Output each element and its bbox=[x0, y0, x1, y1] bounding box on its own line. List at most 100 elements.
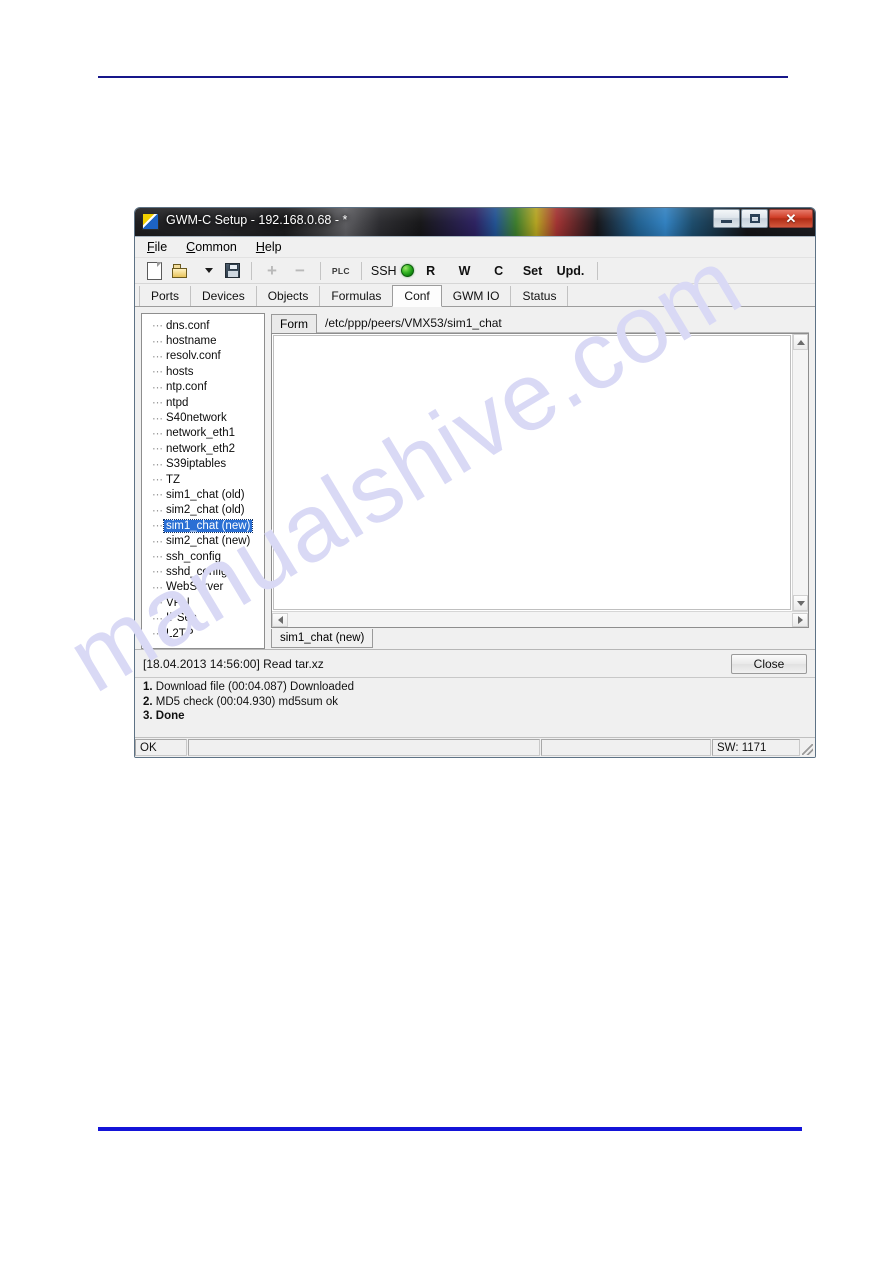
config-file-tree[interactable]: ⋯ dns.conf ⋯ hostname ⋯ resolv.conf ⋯ hosts … bbox=[141, 313, 265, 649]
new-document-icon bbox=[146, 261, 162, 280]
triangle-right-icon bbox=[797, 615, 803, 624]
tree-item-label: ntp.conf bbox=[166, 381, 207, 394]
open-button[interactable] bbox=[167, 260, 193, 282]
close-window-button[interactable]: ✕ bbox=[769, 209, 813, 228]
add-button[interactable]: + bbox=[258, 260, 286, 282]
new-button[interactable] bbox=[141, 260, 167, 282]
scroll-down-button[interactable] bbox=[793, 595, 808, 611]
minimize-button[interactable] bbox=[713, 209, 740, 228]
update-button[interactable]: Upd. bbox=[550, 260, 592, 282]
editor-inner bbox=[272, 334, 808, 611]
editor-file-tab[interactable]: sim1_chat (new) bbox=[271, 629, 374, 648]
menu-file[interactable]: File bbox=[143, 239, 176, 255]
set-button[interactable]: Set bbox=[516, 260, 550, 282]
tree-connector-icon: ⋯ bbox=[152, 320, 163, 333]
tree-connector-icon: ⋯ bbox=[152, 381, 163, 394]
tree-item[interactable]: ⋯ sim2_chat (new) bbox=[142, 533, 264, 548]
tree-item[interactable]: ⋯ sim2_chat (old) bbox=[142, 503, 264, 518]
triangle-up-icon bbox=[796, 339, 805, 345]
editor-horizontal-scrollbar[interactable] bbox=[272, 611, 808, 627]
text-editor[interactable] bbox=[273, 335, 791, 610]
log-line: 1. Download file (00:04.087) Downloaded bbox=[143, 680, 807, 695]
compare-button[interactable]: C bbox=[482, 260, 516, 282]
tree-item[interactable]: ⋯ ntpd bbox=[142, 395, 264, 410]
tree-connector-icon: ⋯ bbox=[152, 628, 163, 640]
menu-common[interactable]: Common bbox=[182, 239, 246, 255]
tab-devices[interactable]: Devices bbox=[190, 286, 257, 306]
tab-ports[interactable]: Ports bbox=[139, 286, 192, 306]
window-titlebar: GWM-C Setup - 192.168.0.68 - * ✕ bbox=[135, 208, 815, 236]
tab-conf[interactable]: Conf bbox=[392, 285, 442, 307]
application-window: GWM-C Setup - 192.168.0.68 - * ✕ File Co… bbox=[134, 207, 816, 758]
log-line-text: MD5 check (00:04.930) md5sum ok bbox=[155, 695, 338, 708]
write-button[interactable]: W bbox=[448, 260, 482, 282]
tree-item[interactable]: ⋯ dns.conf bbox=[142, 318, 264, 333]
tree-connector-icon: ⋯ bbox=[152, 535, 163, 548]
tree-item[interactable]: ⋯ hosts bbox=[142, 364, 264, 379]
statusbar-panel-sw: SW: 1171 bbox=[712, 739, 800, 756]
operation-status-message: [18.04.2013 14:56:00] Read tar.xz bbox=[143, 656, 324, 671]
window-title: GWM-C Setup - 192.168.0.68 - * bbox=[166, 213, 348, 227]
close-button[interactable]: Close bbox=[731, 653, 807, 674]
scroll-up-button[interactable] bbox=[793, 334, 808, 350]
tree-connector-icon: ⋯ bbox=[152, 335, 163, 348]
toolbar-separator-2 bbox=[319, 261, 321, 280]
scroll-left-button[interactable] bbox=[272, 612, 288, 627]
tab-gwm-io[interactable]: GWM IO bbox=[440, 286, 512, 306]
plus-icon: + bbox=[267, 260, 277, 280]
log-line: 2. MD5 check (00:04.930) md5sum ok bbox=[143, 695, 807, 710]
tree-item[interactable]: ⋯ ssh_config bbox=[142, 549, 264, 564]
remove-button[interactable]: − bbox=[286, 260, 314, 282]
form-tab[interactable]: Form bbox=[271, 314, 317, 333]
tree-item[interactable]: ⋯ sshd_config bbox=[142, 564, 264, 579]
toolbar-separator-4 bbox=[597, 261, 599, 280]
tree-item[interactable]: ⋯ TZ bbox=[142, 472, 264, 487]
menu-help[interactable]: Help bbox=[252, 239, 291, 255]
tree-item[interactable]: ⋯ IPSec bbox=[142, 610, 264, 625]
tree-item[interactable]: ⋯ sim1_chat (old) bbox=[142, 487, 264, 502]
log-line-text: Done bbox=[155, 710, 185, 722]
plc-button[interactable]: PLC bbox=[327, 260, 355, 282]
tree-item[interactable]: ⋯ network_eth1 bbox=[142, 426, 264, 441]
ssh-label[interactable]: SSH bbox=[368, 260, 401, 282]
save-button[interactable] bbox=[219, 260, 245, 282]
tree-connector-icon: ⋯ bbox=[152, 366, 163, 379]
tree-item[interactable]: ⋯ L2TP bbox=[142, 626, 264, 641]
tree-item[interactable]: ⋯ ntp.conf bbox=[142, 380, 264, 395]
tree-item-selected[interactable]: ⋯ sim1_chat (new) bbox=[142, 518, 264, 533]
triangle-left-icon bbox=[277, 615, 283, 624]
tree-item-label: TZ bbox=[166, 473, 181, 486]
statusbar-panel-state: OK bbox=[135, 739, 187, 756]
tab-objects[interactable]: Objects bbox=[255, 286, 321, 306]
tree-item[interactable]: ⋯ S39iptables bbox=[142, 457, 264, 472]
tree-item-label: sim1_chat (old) bbox=[166, 488, 245, 501]
main-tabstrip: Ports Devices Objects Formulas Conf GWM … bbox=[135, 284, 815, 307]
tab-formulas[interactable]: Formulas bbox=[319, 286, 394, 306]
editor-vertical-scrollbar[interactable] bbox=[792, 334, 808, 611]
tree-item[interactable]: ⋯ resolv.conf bbox=[142, 349, 264, 364]
tree-item-label: sim2_chat (new) bbox=[166, 535, 251, 548]
maximize-button[interactable] bbox=[741, 209, 768, 228]
minus-icon: − bbox=[294, 260, 305, 280]
tree-item[interactable]: ⋯ hostname bbox=[142, 333, 264, 348]
log-line-number: 2. bbox=[143, 695, 153, 708]
maximize-icon bbox=[749, 214, 760, 223]
tree-connector-icon: ⋯ bbox=[152, 520, 163, 533]
scroll-right-button[interactable] bbox=[792, 612, 808, 627]
app-logo-icon bbox=[142, 213, 159, 230]
resize-grip-icon[interactable] bbox=[801, 738, 815, 757]
tree-item[interactable]: ⋯ network_eth2 bbox=[142, 441, 264, 456]
open-dropdown-button[interactable] bbox=[193, 260, 219, 282]
tree-item-label: network_eth2 bbox=[166, 442, 236, 455]
tree-connector-icon: ⋯ bbox=[152, 566, 163, 579]
tree-item[interactable]: ⋯ S40network bbox=[142, 410, 264, 425]
tab-status[interactable]: Status bbox=[510, 286, 569, 306]
tree-connector-icon: ⋯ bbox=[152, 397, 163, 410]
open-folder-icon bbox=[171, 263, 189, 278]
operation-status-bar: [18.04.2013 14:56:00] Read tar.xz Close bbox=[135, 649, 815, 677]
tree-connector-icon: ⋯ bbox=[152, 350, 163, 363]
read-button[interactable]: R bbox=[414, 260, 448, 282]
tree-item[interactable]: ⋯ WebServer bbox=[142, 580, 264, 595]
tree-connector-icon: ⋯ bbox=[152, 474, 163, 487]
tree-item[interactable]: ⋯ VPN bbox=[142, 595, 264, 610]
